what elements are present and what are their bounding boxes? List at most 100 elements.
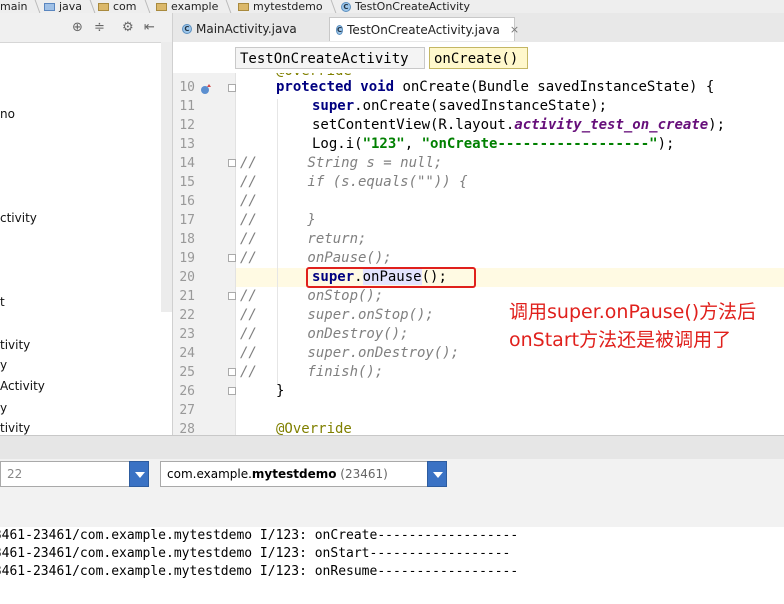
- code-comment-line: //: [240, 193, 257, 209]
- class-icon: C: [182, 24, 192, 34]
- breadcrumb-label: java: [59, 0, 83, 13]
- code-text: .onCreate(savedInstanceState);: [354, 98, 608, 114]
- nav-method-chip[interactable]: onCreate(): [429, 47, 528, 69]
- line-number: 17: [179, 213, 195, 228]
- code-line: }: [276, 383, 285, 399]
- process-name: mytestdemo: [251, 467, 337, 481]
- fold-marker-icon[interactable]: [228, 368, 236, 376]
- annotation-line: 调用super.onPause()方法后: [509, 301, 757, 323]
- folder-icon: [156, 2, 167, 11]
- code-string: "123": [362, 136, 405, 152]
- breadcrumb-item-com[interactable]: com: [98, 0, 152, 13]
- log-line: 23461-23461/com.example.mytestdemo I/123…: [0, 564, 519, 579]
- override-marker-icon[interactable]: [200, 83, 212, 95]
- tree-item[interactable]: y: [0, 401, 7, 415]
- code-comment-line: // if (s.equals("")) {: [240, 174, 468, 190]
- code-comment-line: // }: [240, 212, 316, 228]
- code-comment-line: // super.onDestroy();: [240, 345, 460, 361]
- hide-panel-icon[interactable]: ⇤: [144, 20, 155, 35]
- class-icon: C: [336, 24, 344, 35]
- breadcrumb-item-java[interactable]: java: [44, 0, 97, 13]
- breadcrumb-label: example: [171, 0, 219, 13]
- breadcrumb-item-example[interactable]: example: [156, 0, 233, 13]
- line-number: 14: [179, 156, 195, 171]
- folder-icon: [44, 2, 55, 11]
- chevron-down-icon[interactable]: [427, 461, 447, 487]
- process-select[interactable]: com.example.mytestdemo (23461): [160, 461, 428, 487]
- code-text: );: [708, 117, 726, 133]
- code-text: onCreate(Bundle savedInstanceState) {: [394, 79, 715, 95]
- gear-icon[interactable]: ⚙: [122, 20, 134, 35]
- tab-testoncreateactivity[interactable]: C TestOnCreateActivity.java ×: [329, 17, 519, 41]
- fold-marker-icon[interactable]: [228, 159, 236, 167]
- tree-item[interactable]: tivity: [0, 338, 30, 352]
- code-line: super.onCreate(savedInstanceState);: [312, 97, 607, 116]
- line-number: 22: [179, 308, 195, 323]
- annotation-text: 调用super.onPause()方法后 onStart方法还是被调用了: [509, 298, 784, 354]
- code-comment-line: // onDestroy();: [240, 326, 409, 342]
- breadcrumb-item-mytestdemo[interactable]: mytestdemo: [238, 0, 338, 13]
- tree-item[interactable]: y: [0, 358, 7, 372]
- highlight-box: [306, 267, 476, 288]
- chevron-down-icon[interactable]: [129, 461, 149, 487]
- close-icon[interactable]: ×: [510, 23, 519, 36]
- fold-marker-icon[interactable]: [228, 84, 236, 92]
- tree-item[interactable]: t: [0, 295, 5, 309]
- line-number: 25: [179, 365, 195, 380]
- device-select[interactable]: 22: [0, 461, 130, 487]
- line-number: 16: [179, 194, 195, 209]
- annotation-line: onStart方法还是被调用了: [509, 329, 732, 351]
- code-comment-line: // super.onStop();: [240, 307, 434, 323]
- code-comment-line: // onStop();: [240, 288, 384, 304]
- line-number: 19: [179, 251, 195, 266]
- fold-marker-icon[interactable]: [228, 254, 236, 262]
- breadcrumb-item-main[interactable]: main: [0, 0, 42, 13]
- breadcrumb-label: com: [113, 0, 137, 13]
- code-keyword: protected void: [276, 79, 395, 95]
- tree-item[interactable]: tivity: [0, 421, 30, 435]
- breadcrumb: main java com example mytestdemo C TestOn…: [0, 0, 784, 13]
- code-line: setContentView(R.layout.activity_test_on…: [312, 116, 725, 135]
- tree-item[interactable]: no: [0, 107, 15, 121]
- breadcrumb-label: main: [0, 0, 28, 13]
- line-number: 24: [179, 346, 195, 361]
- code-line: protected void onCreate(Bundle savedInst…: [276, 78, 714, 97]
- class-icon: C: [341, 1, 351, 12]
- code-field: activity_test_on_create: [514, 117, 709, 133]
- fold-marker-icon[interactable]: [228, 387, 236, 395]
- fold-marker-icon[interactable]: [228, 292, 236, 300]
- tab-mainactivity[interactable]: C MainActivity.java: [176, 17, 328, 41]
- collapse-icon[interactable]: ≑: [94, 20, 105, 35]
- breadcrumb-label: TestOnCreateActivity: [355, 0, 470, 13]
- process-prefix: com.example.: [167, 467, 252, 481]
- project-scrollbar[interactable]: [161, 42, 172, 312]
- logcat-header: [0, 435, 784, 461]
- line-number: 26: [179, 384, 195, 399]
- code-text: setContentView(R.layout.: [312, 117, 515, 133]
- folder-icon: [238, 2, 249, 11]
- line-number: 11: [179, 99, 195, 114]
- code-keyword: super: [312, 98, 355, 114]
- line-number: 18: [179, 232, 195, 247]
- line-number: 21: [179, 289, 195, 304]
- folder-icon: [98, 2, 109, 11]
- code-string: "onCreate------------------": [421, 136, 658, 152]
- target-icon[interactable]: ⊕: [72, 20, 83, 35]
- line-number: 15: [179, 175, 195, 190]
- breadcrumb-item-testoncreateactivity[interactable]: C TestOnCreateActivity: [341, 0, 470, 13]
- code-comment-line: // finish();: [240, 364, 384, 380]
- tree-item[interactable]: Activity: [0, 379, 45, 393]
- process-pid: (23461): [336, 467, 388, 481]
- tree-item[interactable]: ctivity: [0, 211, 37, 225]
- line-number: 23: [179, 327, 195, 342]
- log-line: 23461-23461/com.example.mytestdemo I/123…: [0, 528, 519, 543]
- line-number: 27: [179, 403, 195, 418]
- code-line: Log.i("123", "onCreate------------------…: [312, 135, 674, 154]
- code-text: ,: [404, 136, 422, 152]
- code-comment-line: // return;: [240, 231, 367, 247]
- nav-class-chip[interactable]: TestOnCreateActivity: [235, 47, 425, 69]
- line-number: 10: [179, 80, 195, 95]
- log-line: 23461-23461/com.example.mytestdemo I/123…: [0, 546, 511, 561]
- line-number: 13: [179, 137, 195, 152]
- tab-label: TestOnCreateActivity.java: [347, 22, 500, 37]
